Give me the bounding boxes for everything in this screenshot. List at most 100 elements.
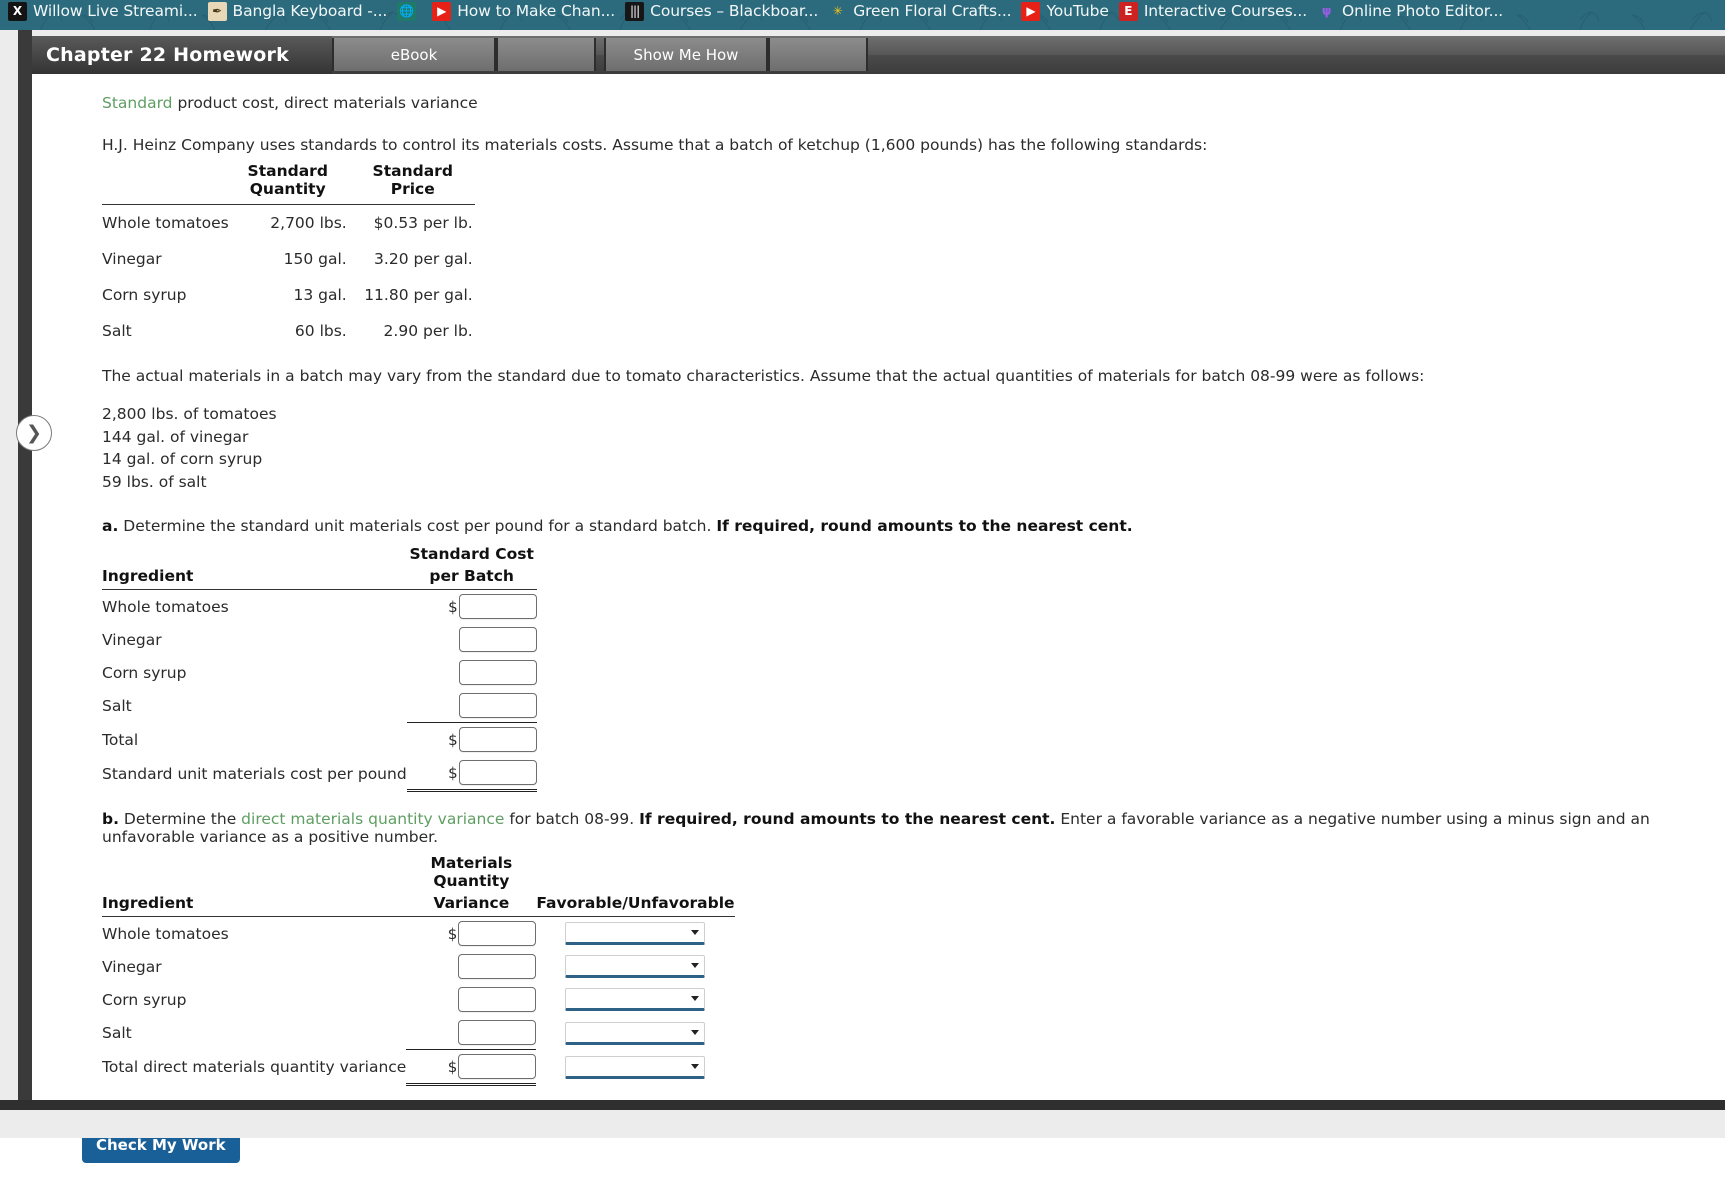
variance-input-vinegar[interactable] bbox=[458, 954, 537, 980]
standard-cost-input-total[interactable] bbox=[458, 727, 537, 753]
bookmark-label: Courses – Blackboar... bbox=[650, 2, 819, 20]
variance-input-total[interactable] bbox=[458, 1054, 537, 1080]
row-input-cell: $ bbox=[406, 917, 537, 951]
select-wrap: Favorable Unfavorable bbox=[565, 922, 706, 946]
homework-panel: Chapter 22 Homework eBook Show Me How St… bbox=[32, 36, 1725, 1181]
bookmark-item-globe[interactable]: 🌐 bbox=[395, 0, 430, 22]
fav-unfav-select-vinegar[interactable]: Favorable Unfavorable bbox=[565, 955, 706, 979]
bookmark-label: Bangla Keyboard -... bbox=[232, 2, 388, 20]
row-label: Total direct materials quantity variance bbox=[102, 1058, 407, 1077]
part-a-letter: a. bbox=[102, 517, 119, 536]
table-row-total: Total $ bbox=[102, 722, 537, 757]
row-label: Salt bbox=[102, 697, 132, 716]
youtube-icon: ▶ bbox=[432, 1, 452, 21]
row-label: Total bbox=[102, 730, 139, 749]
part-a-prompt: a. Determine the standard unit materials… bbox=[32, 517, 1725, 535]
bookmark-item-online-photo-editor[interactable]: ψ Online Photo Editor... bbox=[1315, 0, 1511, 22]
bookmark-item-youtube[interactable]: ▶ YouTube bbox=[1019, 0, 1116, 22]
money-wrap: $ bbox=[407, 594, 537, 620]
standards-ingredient: Whole tomatoes bbox=[102, 214, 229, 233]
part-b-prompt-mid: for batch 08-99. bbox=[504, 810, 640, 829]
part-a-answer-block: Standard Cost Ingredient per Batch Whole… bbox=[102, 545, 1725, 793]
col-variance: Variance bbox=[406, 894, 537, 918]
standard-cost-input-vinegar[interactable] bbox=[458, 627, 537, 653]
bookmark-label: Interactive Courses... bbox=[1143, 2, 1308, 20]
bookmark-item-interactive-courses[interactable]: E Interactive Courses... bbox=[1117, 0, 1315, 22]
standards-table-head: Standard Quantity Standard Price bbox=[102, 154, 475, 206]
variance-group-row: Materials Quantity bbox=[102, 854, 735, 894]
table-row: Whole tomatoes $ bbox=[102, 917, 735, 951]
variance-input-whole-tomatoes[interactable] bbox=[458, 921, 537, 947]
part-b-answer-block: Materials Quantity Ingredient Variance F… bbox=[102, 854, 1725, 1087]
standards-quantity: 60 lbs. bbox=[294, 322, 347, 341]
list-item: 144 gal. of vinegar bbox=[102, 427, 249, 446]
money-wrap: $ bbox=[406, 1020, 537, 1046]
bookmark-label: Online Photo Editor... bbox=[1342, 2, 1504, 20]
standard-cost-input-whole-tomatoes[interactable] bbox=[458, 594, 537, 620]
standard-cost-input-corn-syrup[interactable] bbox=[458, 660, 537, 686]
table-row: Vinegar $ bbox=[102, 950, 735, 983]
bookmark-item-how-to-make-chan[interactable]: ▶ How to Make Chan... bbox=[430, 0, 623, 22]
standards-header-row: Standard Quantity Standard Price bbox=[102, 154, 475, 206]
show-me-how-button[interactable]: Show Me How bbox=[604, 38, 768, 71]
money-wrap: $ bbox=[406, 921, 537, 947]
fav-unfav-select-total[interactable]: Favorable Unfavorable bbox=[565, 1055, 706, 1079]
bookmark-item-green-floral-crafts[interactable]: ✳ Green Floral Crafts... bbox=[826, 0, 1019, 22]
standard-cost-header-row: Ingredient per Batch bbox=[102, 567, 537, 591]
standard-cost-input-per-pound[interactable] bbox=[458, 760, 537, 786]
row-input-cell: $ bbox=[406, 1049, 537, 1087]
variance-input-salt[interactable] bbox=[458, 1020, 537, 1046]
chevron-right-icon: ❯ bbox=[26, 422, 42, 444]
standards-quantity: 150 gal. bbox=[283, 250, 347, 269]
dollar-sign: $ bbox=[447, 924, 458, 943]
bookmark-item-bangla-keyboard[interactable]: ✒ Bangla Keyboard -... bbox=[206, 0, 396, 22]
row-label: Whole tomatoes bbox=[102, 597, 229, 616]
col-favorable-unfavorable: Favorable/Unfavorable bbox=[536, 894, 735, 918]
standards-table: Standard Quantity Standard Price Whole t… bbox=[102, 154, 475, 349]
page-title: Chapter 22 Homework bbox=[32, 36, 332, 74]
select-wrap: Favorable Unfavorable bbox=[565, 955, 706, 979]
next-page-chevron-icon[interactable]: ❯ bbox=[16, 415, 52, 451]
part-a-prompt-plain: Determine the standard unit materials co… bbox=[123, 517, 712, 536]
variance-table-body: Whole tomatoes $ Vinegar Corn syrup Salt… bbox=[102, 917, 735, 1087]
bookmark-item-willow[interactable]: X Willow Live Streami... bbox=[6, 0, 206, 22]
money-wrap: $ bbox=[407, 627, 537, 653]
money-wrap: $ bbox=[407, 660, 537, 686]
standards-col-quantity: Standard Quantity bbox=[228, 154, 353, 206]
col-per-batch: per Batch bbox=[406, 567, 537, 591]
header-blank-button-2[interactable] bbox=[768, 38, 868, 71]
standard-cost-input-salt[interactable] bbox=[458, 693, 537, 719]
list-item: 14 gal. of corn syrup bbox=[102, 450, 263, 469]
variance-input-corn-syrup[interactable] bbox=[458, 987, 537, 1013]
part-b-prompt-pre: Determine the bbox=[123, 810, 242, 829]
actual-materials-intro: The actual materials in a batch may vary… bbox=[102, 367, 1425, 386]
fav-unfav-select-whole-tomatoes[interactable]: Favorable Unfavorable bbox=[565, 922, 706, 946]
part-b-prompt-bold: If required, round amounts to the neares… bbox=[639, 810, 1056, 829]
row-label: Vinegar bbox=[102, 957, 162, 976]
part-b-letter: b. bbox=[102, 810, 119, 829]
ebook-button[interactable]: eBook bbox=[332, 38, 496, 71]
part-a-prompt-bold: If required, round amounts to the neares… bbox=[716, 517, 1133, 536]
row-input-cell: $ bbox=[407, 656, 537, 689]
header-blank-button-1[interactable] bbox=[496, 38, 596, 71]
standard-topic-link[interactable]: Standard bbox=[102, 94, 173, 112]
row-label: Corn syrup bbox=[102, 990, 187, 1009]
homework-body: Standard product cost, direct materials … bbox=[32, 74, 1725, 1181]
page-background: ❯ Chapter 22 Homework eBook Show Me How … bbox=[0, 30, 1725, 1181]
row-input-cell: $ bbox=[406, 1016, 537, 1050]
direct-materials-quantity-variance-link[interactable]: direct materials quantity variance bbox=[241, 810, 504, 828]
row-select-cell: Favorable Unfavorable bbox=[536, 983, 734, 1016]
table-row: Vinegar $ bbox=[102, 623, 537, 656]
bookmark-item-courses-blackboard[interactable]: ||| Courses – Blackboar... bbox=[623, 0, 826, 22]
group-blank bbox=[102, 545, 407, 567]
globe-icon: 🌐 bbox=[397, 1, 417, 21]
standard-cost-group-row: Standard Cost bbox=[102, 545, 537, 567]
sunburst-icon: ✳ bbox=[832, 4, 843, 18]
standards-col-price: Standard Price bbox=[352, 154, 475, 206]
fav-unfav-select-corn-syrup[interactable]: Favorable Unfavorable bbox=[565, 988, 706, 1012]
fav-unfav-select-salt[interactable]: Favorable Unfavorable bbox=[565, 1021, 706, 1045]
bookmark-label: YouTube bbox=[1046, 2, 1109, 20]
left-dark-gutter bbox=[18, 30, 32, 1138]
select-wrap: Favorable Unfavorable bbox=[565, 1055, 706, 1079]
youtube-icon: ▶ bbox=[1021, 1, 1041, 21]
